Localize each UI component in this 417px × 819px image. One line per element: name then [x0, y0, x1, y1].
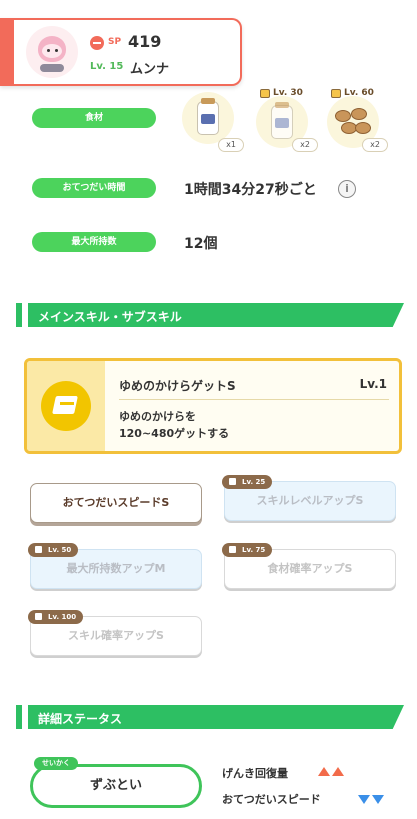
nuts-icon [335, 110, 351, 122]
max-carry-label: 最大所持数 [32, 232, 156, 252]
sp-icon [90, 36, 104, 50]
nature-button[interactable]: ずぶとい [30, 764, 202, 808]
sub-skill-5-unlock: Lv. 100 [28, 610, 84, 624]
main-skill-card[interactable]: ゆめのかけらゲットS Lv.1 ゆめのかけらを 120~480ゲットする [24, 358, 402, 454]
lock-icon [229, 546, 236, 553]
main-skill-description: ゆめのかけらを 120~480ゲットする [119, 408, 229, 442]
nature-down-label: おてつだいスピード [222, 793, 321, 806]
pokemon-level: Lv. 15 [90, 61, 124, 72]
lock-icon [331, 89, 341, 98]
pokemon-name: ムンナ [130, 62, 170, 77]
skills-section-header: メインスキル・サブスキル [16, 303, 404, 327]
lock-icon [35, 613, 42, 620]
info-icon[interactable]: i [338, 180, 356, 198]
nature-up-label: げんき回復量 [222, 767, 288, 780]
pokemon-header-card[interactable]: SP 419 Lv. 15 ムンナ [0, 18, 242, 86]
nature-tag: せいかく [34, 757, 78, 770]
main-skill-desc-line1: ゆめのかけらを [119, 410, 196, 423]
ingredient-slot-1[interactable] [182, 92, 234, 144]
stat-up-icon [318, 767, 330, 776]
sub-skill-3-unlock: Lv. 50 [28, 543, 79, 557]
help-time-label: おてつだい時間 [32, 178, 156, 198]
main-skill-desc-line2: 120~480ゲットする [119, 427, 230, 440]
lock-icon [35, 546, 42, 553]
ingredients-label: 食材 [32, 108, 156, 128]
lock-icon [229, 478, 236, 485]
sub-skill-2-unlock: Lv. 25 [222, 475, 273, 489]
main-skill-level: Lv.1 [359, 377, 387, 391]
pokemon-avatar [26, 26, 78, 78]
ingredient-qty-1: x1 [218, 138, 244, 152]
max-carry-value: 12個 [184, 236, 218, 252]
sub-skill-1[interactable]: おてつだいスピードS [30, 483, 202, 523]
ingredient-qty-2: x2 [292, 138, 318, 152]
sp-label: SP [108, 37, 122, 47]
stat-down-icon [358, 795, 370, 804]
status-section-header: 詳細ステータス [16, 705, 404, 729]
header-accent-stripe [0, 18, 14, 86]
section-title-skills: メインスキル・サブスキル [38, 310, 182, 324]
sp-value: 419 [128, 32, 162, 51]
main-skill-icon [41, 381, 91, 431]
help-time-value: 1時間34分27秒ごと [184, 182, 317, 198]
lock-icon [260, 89, 270, 98]
stat-down-icon [372, 795, 384, 804]
ingredient-qty-3: x2 [362, 138, 388, 152]
stat-up-icon [332, 767, 344, 776]
divider [119, 399, 389, 400]
sub-skill-4-unlock: Lv. 75 [222, 543, 273, 557]
main-skill-name: ゆめのかけらゲットS [119, 379, 236, 393]
section-title-status: 詳細ステータス [38, 712, 123, 726]
